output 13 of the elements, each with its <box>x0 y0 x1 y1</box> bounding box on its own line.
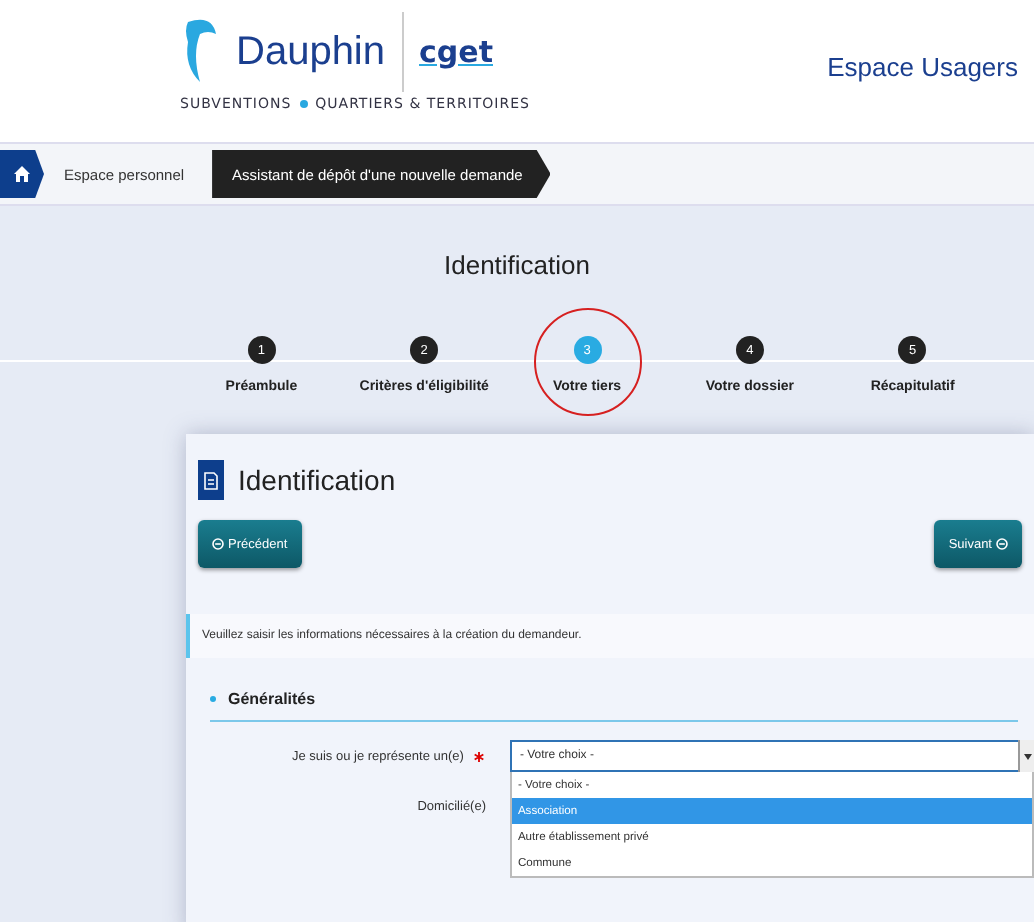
home-icon[interactable] <box>0 150 44 198</box>
page-title: Identification <box>442 250 592 280</box>
circle-icon <box>996 538 1008 550</box>
section-title: Généralités <box>228 690 316 708</box>
circle-icon <box>212 538 224 550</box>
logo-text: Dauphin <box>236 29 386 75</box>
document-icon <box>198 460 224 500</box>
dropdown-icon <box>1018 740 1034 772</box>
partner-logo: cget <box>419 34 493 70</box>
card-title: Identification <box>238 464 396 496</box>
dot-icon <box>299 100 308 108</box>
bullet-icon <box>210 696 216 702</box>
space-title: Espace Usagers <box>827 52 1018 82</box>
